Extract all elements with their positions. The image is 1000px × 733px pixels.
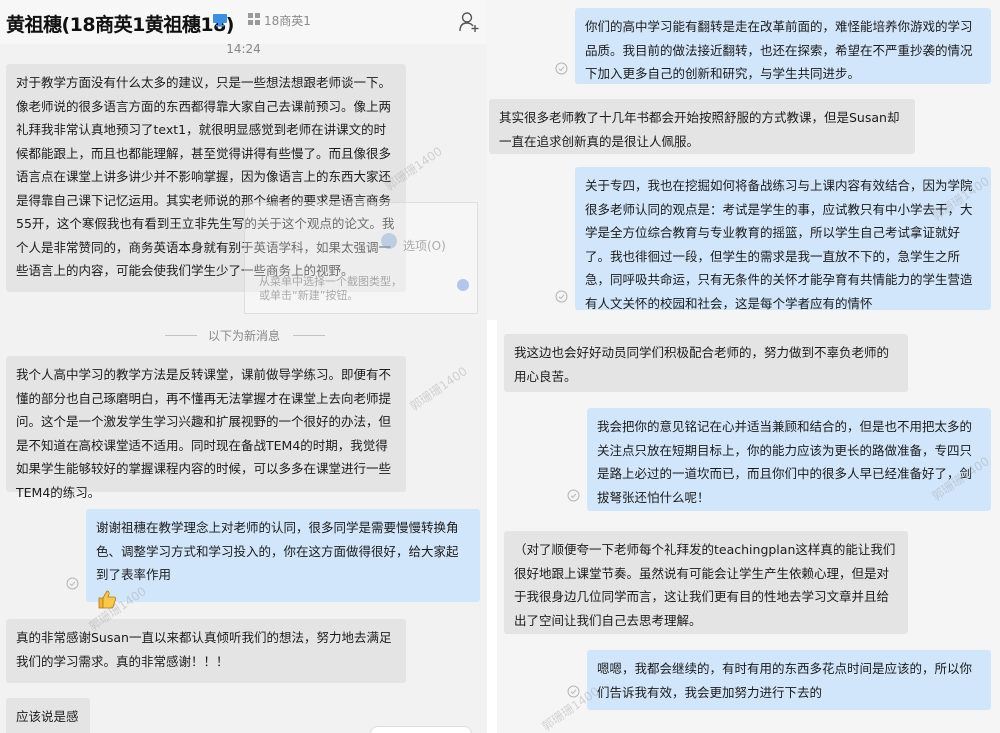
monitor-icon[interactable] — [212, 13, 228, 27]
contact-title: 黄祖穗(18商英1黄祖穗18) — [6, 14, 234, 36]
divider-line — [293, 335, 325, 336]
snipping-tool-overlay: 选项(O) 从菜单中选择一个截图类型，或单击“新建”按钮。 — [244, 202, 478, 314]
message-text: 关于专四，我也在挖掘如何将备战练习与上课内容有效结合，因为学院很多老师认同的观点… — [585, 178, 973, 311]
message-bubble-sent[interactable]: 嗯嗯，我都会继续的，有时有用的东西多花点时间是应该的，所以你们告诉我有效，我会更… — [587, 650, 991, 710]
message-bubble-sent[interactable]: 谢谢祖穗在教学理念上对老师的认同，很多同学是需要慢慢转换角色、调整学习方式和学习… — [86, 509, 480, 609]
message-bubble-received[interactable]: （对了顺便夸一下老师每个礼拜发的teachingplan这样真的能让我们很好地跟… — [504, 531, 908, 634]
options-label: 选项(O) — [403, 239, 446, 253]
message-bubble-received[interactable]: 应该说是感动 — [6, 698, 90, 733]
message-text: 真的非常感谢Susan一直以来都认真倾听我们的想法，努力地去满足我们的学习需求。… — [16, 630, 392, 669]
chat-pane-right: 你们的高中学习能有翻转是走在改革前面的，难怪能培养你游戏的学习品质。我目前的做法… — [487, 0, 1000, 733]
watermark: 郭珊珊1400 — [407, 364, 470, 414]
options-icon — [381, 233, 397, 249]
message-text: 我个人高中学习的教学方法是反转课堂，课前做导学练习。即便有不懂的部分也自己琢磨明… — [16, 367, 392, 500]
scroll-to-new-button[interactable] — [370, 726, 472, 733]
message-text: （对了顺便夸一下老师每个礼拜发的teachingplan这样真的能让我们很好地跟… — [514, 542, 896, 628]
message-bubble-received[interactable]: 真的非常感谢Susan一直以来都认真倾听我们的想法，努力地去满足我们的学习需求。… — [6, 619, 406, 683]
chat-pane-left: 黄祖穗(18商英1黄祖穗18) 18商英1 14:24 对于教学方面没有什么太多… — [0, 0, 487, 733]
help-icon — [457, 279, 469, 291]
message-text: 谢谢祖穗在教学理念上对老师的认同，很多同学是需要慢慢转换角色、调整学习方式和学习… — [96, 520, 459, 582]
check-circle-icon — [66, 577, 79, 590]
message-timestamp: 14:24 — [226, 42, 261, 56]
add-user-icon[interactable] — [458, 11, 480, 33]
group-icon — [248, 13, 260, 25]
check-circle-icon — [555, 290, 568, 303]
message-text: 我会把你的意见铭记在心并适当兼顾和结合的，但是也不用把太多的关注点只放在短期目标… — [597, 419, 973, 505]
message-text: 嗯嗯，我都会继续的，有时有用的东西多花点时间是应该的，所以你们告诉我有效，我会更… — [597, 661, 973, 700]
chat-header: 黄祖穗(18商英1黄祖穗18) 18商英1 — [0, 0, 487, 44]
message-text: 我这边也会好好动员同学们积极配合老师的，努力做到不辜负老师的用心良苦。 — [514, 345, 890, 384]
message-text: 你们的高中学习能有翻转是走在改革前面的，难怪能培养你游戏的学习品质。我目前的做法… — [585, 19, 973, 81]
group-name[interactable]: 18商英1 — [264, 12, 311, 29]
check-circle-icon — [567, 685, 580, 698]
message-bubble-received[interactable]: 其实很多老师教了十几年书都会开始按照舒服的方式教课，但是Susan却一直在追求创… — [489, 99, 915, 154]
divider-label: 以下为新消息 — [208, 329, 281, 343]
message-text: 其实很多老师教了十几年书都会开始按照舒服的方式教课，但是Susan却一直在追求创… — [499, 110, 900, 149]
message-bubble-sent[interactable]: 关于专四，我也在挖掘如何将备战练习与上课内容有效结合，因为学院很多老师认同的观点… — [575, 167, 991, 311]
divider-line — [165, 335, 197, 336]
snipping-tip: 从菜单中选择一个截图类型，或单击“新建”按钮。 — [259, 275, 402, 302]
thumbs-up-icon — [98, 590, 117, 609]
new-messages-divider: 以下为新消息 — [165, 326, 325, 344]
check-circle-icon — [567, 489, 580, 502]
message-text: 应该说是感动 — [16, 709, 79, 733]
pane-gap — [487, 320, 497, 733]
message-bubble-sent[interactable]: 我会把你的意见铭记在心并适当兼顾和结合的，但是也不用把太多的关注点只放在短期目标… — [587, 408, 991, 511]
message-bubble-received[interactable]: 我这边也会好好动员同学们积极配合老师的，努力做到不辜负老师的用心良苦。 — [504, 334, 908, 392]
check-circle-icon — [555, 62, 568, 75]
message-bubble-sent[interactable]: 你们的高中学习能有翻转是走在改革前面的，难怪能培养你游戏的学习品质。我目前的做法… — [575, 8, 991, 84]
message-bubble-received[interactable]: 我个人高中学习的教学方法是反转课堂，课前做导学练习。即便有不懂的部分也自己琢磨明… — [6, 356, 406, 500]
